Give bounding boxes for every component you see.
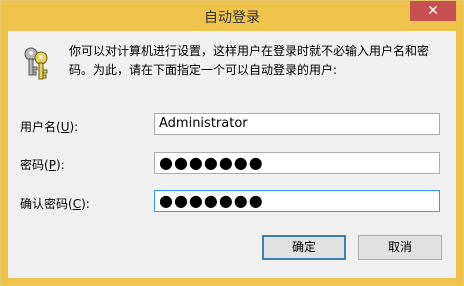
ok-button[interactable]: 确定 (262, 235, 346, 260)
confirm-password-label-text: 确认密码( (20, 197, 73, 211)
confirm-password-value: ●●●●●●● (159, 191, 264, 210)
username-value: Administrator (159, 116, 248, 131)
password-value: ●●●●●●● (159, 153, 264, 172)
password-label-text: 密码( (20, 158, 49, 172)
auto-logon-dialog: 自动登录 ✕ 你可以对计算机进行设置，这样用户在登录时就不必输入用户名和密 码。… (0, 0, 464, 286)
dialog-body: 你可以对计算机进行设置，这样用户在登录时就不必输入用户名和密 码。为此，请在下面… (8, 31, 456, 278)
password-accelerator: P (48, 158, 56, 172)
title-bar[interactable]: 自动登录 ✕ (1, 1, 463, 31)
cancel-button[interactable]: 取消 (358, 235, 442, 260)
password-input[interactable]: ●●●●●●● (154, 152, 440, 174)
close-button[interactable]: ✕ (410, 1, 456, 21)
description-line-2: 码。为此，请在下面指定一个可以自动登录的用户: (69, 63, 338, 77)
window-title: 自动登录 (204, 10, 260, 26)
confirm-password-label: 确认密码(C): (20, 195, 90, 212)
confirm-password-label-suffix: ): (81, 197, 90, 211)
description-line-1: 你可以对计算机进行设置，这样用户在登录时就不必输入用户名和密 (69, 44, 430, 58)
description-text: 你可以对计算机进行设置，这样用户在登录时就不必输入用户名和密 码。为此，请在下面… (69, 42, 444, 80)
username-label: 用户名(U): (20, 118, 78, 135)
username-label-suffix: ): (69, 120, 79, 134)
confirm-password-accelerator: C (72, 197, 82, 211)
username-label-text: 用户名( (20, 120, 61, 134)
username-input[interactable]: Administrator (154, 113, 440, 135)
password-label: 密码(P): (20, 156, 65, 173)
password-label-suffix: ): (55, 158, 65, 172)
confirm-password-input[interactable]: ●●●●●●● (154, 190, 440, 212)
keys-icon (24, 47, 48, 80)
close-icon: ✕ (427, 3, 439, 19)
